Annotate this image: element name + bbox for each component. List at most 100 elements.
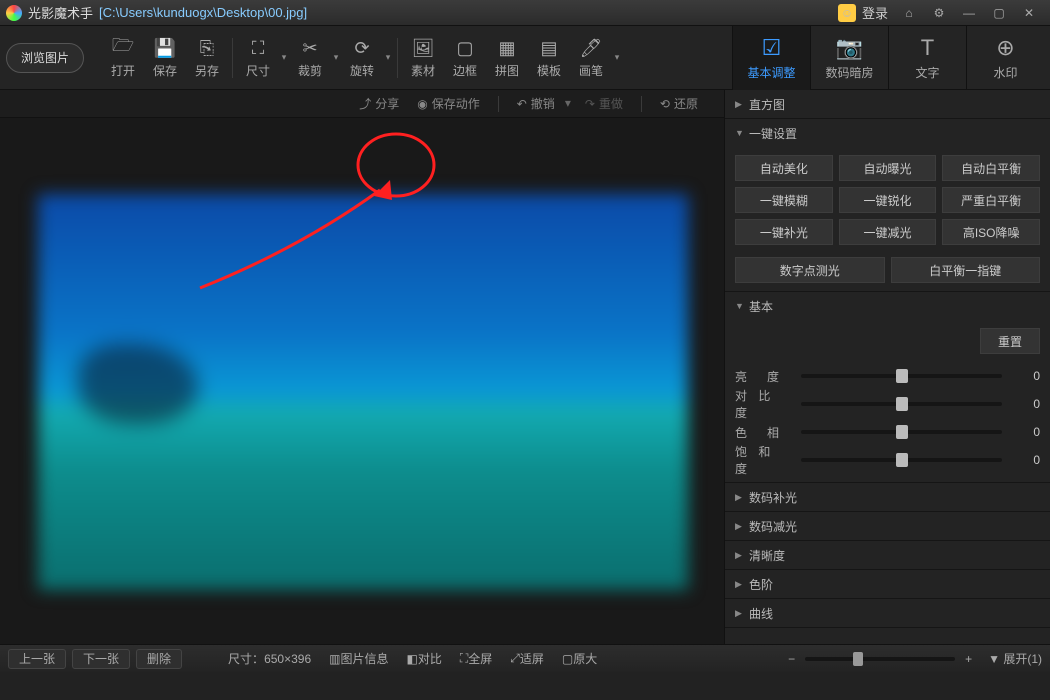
brush-dropdown[interactable]: ▾ [612,52,622,63]
chevron-right-icon: ▶ [735,579,743,590]
slider-thumb[interactable] [896,397,908,411]
delete-image-button[interactable]: 删除 [136,649,182,669]
dimensions-label: 尺寸：650×396 [228,650,311,667]
slider-thumb[interactable] [896,369,908,383]
save-button[interactable]: 💾保存 [144,31,186,85]
severe-wb-button[interactable]: 严重白平衡 [942,187,1040,213]
browse-images-button[interactable]: 浏览图片 [6,43,84,73]
auto-wb-button[interactable]: 自动白平衡 [942,155,1040,181]
collage-button[interactable]: ▦拼图 [486,31,528,85]
section-curves[interactable]: ▶曲线 [725,599,1050,627]
collage-icon: ▦ [498,36,515,60]
zoom-in-icon[interactable]: + [965,652,972,666]
save-action-button[interactable]: ◉保存动作 [417,95,480,112]
tab-darkroom[interactable]: 📷数码暗房 [810,26,888,90]
share-button[interactable]: ⤴分享 [359,95,399,112]
chevron-right-icon: ▶ [735,550,743,561]
chevron-right-icon: ▶ [735,521,743,532]
frame-button[interactable]: ▢边框 [444,31,486,85]
actual-size-button[interactable]: ▢ 原大 [562,650,597,667]
one-sharpen-button[interactable]: 一键锐化 [839,187,937,213]
undo-button[interactable]: ↶撤销 [517,95,555,112]
tab-basic-adjust[interactable]: ☑基本调整 [732,26,810,90]
reset-button[interactable]: 重置 [980,328,1040,354]
redo-button[interactable]: ↷重做 [585,95,623,112]
status-bar: 上一张 下一张 删除 尺寸：650×396 ▥ 图片信息 ◧ 对比 ⛶ 全屏 ⤢… [0,644,1050,672]
slider-thumb[interactable] [896,425,908,439]
saturation-slider[interactable]: 饱 和 度 0 [735,446,1040,474]
login-avatar-icon[interactable]: ☺ [838,4,856,22]
open-button[interactable]: 🗁打开 [102,31,144,85]
next-image-button[interactable]: 下一张 [72,649,130,669]
info-icon: ▥ [329,652,340,666]
action-subbar: ⤴分享 ◉保存动作 ↶撤销 ▾ ↷重做 ⟲还原 [0,90,724,118]
image-canvas[interactable] [38,194,688,590]
section-clarity[interactable]: ▶清晰度 [725,541,1050,569]
settings-button[interactable]: ⚙ [924,3,954,23]
rotate-button[interactable]: ⟳旋转 [341,31,383,85]
section-onekey[interactable]: ▼一键设置 [725,119,1050,147]
size-button[interactable]: ⛶尺寸 [237,31,279,85]
hue-slider[interactable]: 色 相 0 [735,418,1040,446]
fit-screen-button[interactable]: ⤢ 适屏 [510,650,544,667]
material-button[interactable]: 🖼素材 [402,31,444,85]
save-icon: 💾 [154,36,176,60]
zoom-slider[interactable] [805,657,955,661]
close-button[interactable]: ✕ [1014,3,1044,23]
compare-icon: ◧ [406,652,417,666]
wb-finger-button[interactable]: 白平衡一指键 [891,257,1041,283]
maximize-button[interactable]: ▢ [984,3,1014,23]
tab-text[interactable]: T文字 [888,26,966,90]
title-bar: 光影魔术手 [C:\Users\kunduogx\Desktop\00.jpg]… [0,0,1050,26]
restore-button[interactable]: ⟲还原 [660,95,698,112]
main-toolbar: 浏览图片 🗁打开 💾保存 ⎘另存 ⛶尺寸 ▾ ✂裁剪 ▾ ⟳旋转 ▾ 🖼素材 ▢… [0,26,1050,90]
brightness-slider[interactable]: 亮 度 0 [735,362,1040,390]
restore-icon: ⟲ [660,97,670,111]
rotate-icon: ⟳ [354,36,369,60]
adjust-side-panel: ▶直方图 ▼一键设置 自动美化 自动曝光 自动白平衡 一键模糊 一键锐化 严重白… [724,90,1050,644]
one-fill-button[interactable]: 一键补光 [735,219,833,245]
crop-icon: ✂ [302,36,317,60]
home-button[interactable]: ⌂ [894,3,924,23]
watermark-icon: ⊕ [996,35,1014,61]
spot-meter-button[interactable]: 数字点测光 [735,257,885,283]
fit-icon: ⤢ [510,651,520,666]
prev-image-button[interactable]: 上一张 [8,649,66,669]
auto-beautify-button[interactable]: 自动美化 [735,155,833,181]
one-blur-button[interactable]: 一键模糊 [735,187,833,213]
compare-button[interactable]: ◧ 对比 [406,650,441,667]
crop-dropdown[interactable]: ▾ [331,52,341,63]
zoom-out-icon[interactable]: − [788,652,795,666]
chevron-right-icon: ▶ [735,492,743,503]
brush-button[interactable]: 🖊画笔 [570,31,612,85]
section-basic[interactable]: ▼基本 [725,292,1050,320]
chevron-down-icon: ▼ [735,128,743,138]
login-button[interactable]: 登录 [862,3,888,22]
image-info-button[interactable]: ▥ 图片信息 [329,650,388,667]
tab-watermark[interactable]: ⊕水印 [966,26,1044,90]
one-dim-button[interactable]: 一键减光 [839,219,937,245]
material-icon: 🖼 [412,36,435,60]
expand-panel-button[interactable]: ▼ 展开(1) [988,650,1042,667]
template-button[interactable]: ▤模板 [528,31,570,85]
section-fill-light[interactable]: ▶数码补光 [725,483,1050,511]
save-as-button[interactable]: ⎘另存 [186,31,228,85]
slider-thumb[interactable] [896,453,908,467]
save-as-icon: ⎘ [200,36,214,60]
slider-thumb[interactable] [853,652,863,666]
iso-nr-button[interactable]: 高ISO降噪 [942,219,1040,245]
frame-icon: ▢ [456,36,473,60]
size-dropdown[interactable]: ▾ [279,52,289,63]
rotate-dropdown[interactable]: ▾ [383,52,393,63]
minimize-button[interactable]: — [954,3,984,23]
section-dim-light[interactable]: ▶数码减光 [725,512,1050,540]
record-icon: ◉ [417,97,427,111]
app-title: 光影魔术手 [28,3,93,22]
canvas-area[interactable] [0,118,724,644]
auto-exposure-button[interactable]: 自动曝光 [839,155,937,181]
fullscreen-button[interactable]: ⛶ 全屏 [460,650,492,667]
section-histogram[interactable]: ▶直方图 [725,90,1050,118]
contrast-slider[interactable]: 对 比 度 0 [735,390,1040,418]
crop-button[interactable]: ✂裁剪 [289,31,331,85]
section-levels[interactable]: ▶色阶 [725,570,1050,598]
